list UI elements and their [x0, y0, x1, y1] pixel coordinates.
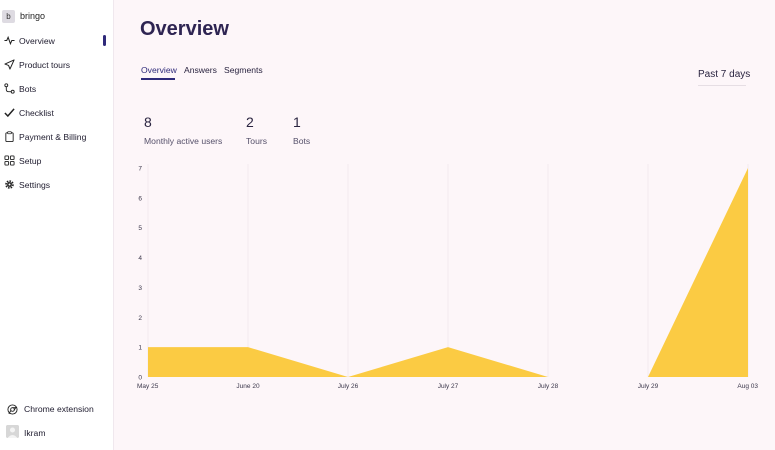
period-underline [698, 85, 746, 86]
x-tick-label: July 29 [638, 383, 659, 390]
workspace-badge: b [2, 9, 15, 23]
x-tick-label: July 27 [438, 383, 459, 390]
sidebar-item-checklist[interactable]: Checklist [0, 104, 114, 122]
avatar [6, 425, 19, 438]
sidebar-item-label: Product tours [19, 60, 71, 70]
y-tick-label: 0 [138, 375, 142, 382]
chrome-icon [7, 404, 18, 415]
route-icon [4, 83, 15, 94]
y-tick-label: 5 [138, 225, 142, 232]
stat-value-bots: 1 [293, 114, 301, 130]
x-tick-label: May 25 [137, 383, 159, 390]
user-profile[interactable]: Ikram [0, 425, 114, 443]
tab-segments[interactable]: Segments [224, 65, 263, 75]
chrome-extension-label: Chrome extension [24, 404, 94, 414]
x-tick-label: July 26 [338, 383, 359, 390]
sidebar-item-label: Setup [19, 156, 42, 166]
sidebar-item-label: Payment & Billing [19, 132, 87, 142]
gear-icon [4, 179, 15, 190]
stat-label-bots: Bots [293, 136, 311, 146]
sidebar-item-product-tours[interactable]: Product tours [0, 56, 114, 74]
workspace-name: bringo [20, 11, 46, 21]
workspace-switcher[interactable]: b bringo [2, 9, 45, 23]
sidebar-item-bots[interactable]: Bots [0, 80, 114, 98]
sidebar-item-label: Overview [19, 36, 55, 46]
check-icon [4, 107, 15, 118]
sidebar: b bringo Overview Product tours Bots Che… [0, 0, 114, 450]
area-series [148, 168, 748, 377]
sidebar-item-payment-billing[interactable]: Payment & Billing [0, 128, 114, 146]
y-tick-label: 2 [138, 315, 142, 322]
active-indicator [103, 35, 106, 46]
sidebar-item-settings[interactable]: Settings [0, 176, 114, 194]
area-chart: 0 1 2 3 4 5 6 7 May 25 June 20 July 26 July 27 July … [137, 164, 758, 390]
stat-value-active-users: 8 [144, 114, 152, 130]
page-title: Overview [140, 18, 229, 40]
stat-label-tours: Tours [246, 136, 268, 146]
tab-answers[interactable]: Answers [184, 65, 217, 75]
y-tick-label: 1 [138, 345, 142, 352]
activity-icon [4, 35, 15, 46]
y-tick-label: 6 [138, 195, 142, 202]
chrome-extension-link[interactable]: Chrome extension [0, 401, 114, 419]
stat-value-tours: 2 [246, 114, 254, 130]
tab-overview[interactable]: Overview [141, 65, 177, 75]
x-tick-label: Aug 03 [737, 383, 758, 390]
x-tick-label: June 20 [236, 383, 260, 390]
stat-label-active-users: Monthly active users [144, 136, 223, 146]
y-tick-label: 3 [138, 285, 142, 292]
grid-icon [4, 155, 15, 166]
sidebar-item-label: Settings [19, 180, 51, 190]
send-icon [4, 59, 15, 70]
y-tick-label: 4 [138, 255, 142, 262]
y-tick-label: 7 [138, 166, 142, 173]
sidebar-item-overview[interactable]: Overview [0, 32, 114, 50]
sidebar-item-label: Bots [19, 84, 37, 94]
x-tick-label: July 28 [538, 383, 559, 390]
user-name: Ikram [24, 428, 46, 438]
clipboard-icon [4, 131, 15, 142]
period-selector[interactable]: Past 7 days [698, 69, 750, 80]
sidebar-item-setup[interactable]: Setup [0, 152, 114, 170]
tab-underline [141, 78, 175, 80]
sidebar-item-label: Checklist [19, 108, 54, 118]
